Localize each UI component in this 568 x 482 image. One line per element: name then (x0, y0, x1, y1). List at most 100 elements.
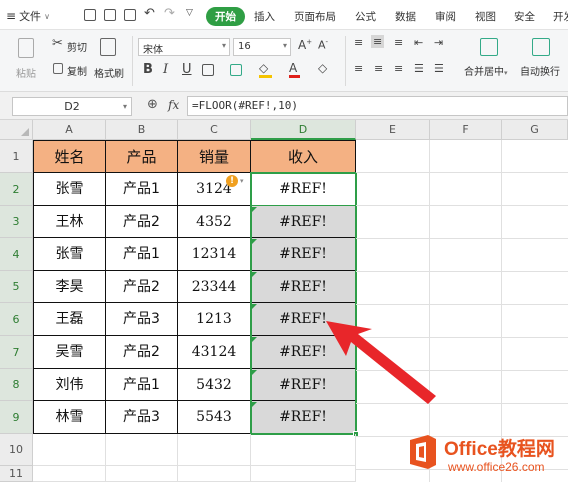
wrap-text-icon[interactable] (532, 38, 550, 56)
fx-icon[interactable]: fx (168, 98, 179, 112)
formula-input[interactable]: =FLOOR(#REF!,10) (187, 96, 568, 116)
underline-icon[interactable]: U (182, 62, 192, 77)
table-cell[interactable] (178, 434, 251, 466)
warning-icon[interactable]: ! (226, 175, 238, 187)
row-header[interactable]: 3 (0, 206, 33, 238)
table-cell[interactable]: 王磊 (33, 303, 106, 336)
column-header-d[interactable]: D (251, 120, 356, 140)
table-cell[interactable] (178, 466, 251, 482)
cut-label[interactable]: 剪切 (67, 39, 87, 54)
border-icon[interactable] (202, 64, 214, 76)
tab-review[interactable]: 审阅 (435, 9, 456, 24)
column-header-c[interactable]: C (178, 120, 251, 140)
font-color-icon[interactable]: A (289, 61, 300, 78)
table-cell[interactable]: 产品3 (106, 303, 178, 336)
table-cell[interactable]: #REF! (251, 401, 356, 434)
row-header[interactable]: 9 (0, 401, 33, 434)
table-cell[interactable]: 产品3 (106, 401, 178, 434)
table-cell[interactable]: 产品1 (106, 369, 178, 401)
table-cell[interactable]: 王林 (33, 206, 106, 238)
cut-icon[interactable]: ✂ (52, 36, 63, 51)
tab-insert[interactable]: 插入 (254, 9, 275, 24)
column-header-e[interactable]: E (356, 120, 430, 140)
table-cell[interactable]: 张雪 (33, 238, 106, 271)
chevron-down-icon[interactable]: ▾ (240, 177, 244, 185)
row-header[interactable]: 4 (0, 238, 33, 271)
row-header[interactable]: 2 (0, 173, 33, 206)
copy-icon[interactable] (53, 63, 63, 74)
table-cell[interactable]: #REF! (251, 369, 356, 401)
bold-icon[interactable]: B (143, 62, 153, 77)
table-cell[interactable]: 张雪 (33, 173, 106, 206)
table-cell[interactable] (251, 434, 356, 466)
italic-icon[interactable]: I (163, 62, 168, 77)
format-painter-label[interactable]: 格式刷 (94, 65, 124, 80)
table-cell[interactable] (106, 434, 178, 466)
merge-center-icon[interactable] (480, 38, 498, 56)
table-cell[interactable]: #REF! (251, 271, 356, 303)
table-cell[interactable]: #REF! (251, 206, 356, 238)
row-header[interactable]: 8 (0, 369, 33, 401)
row-header[interactable]: 6 (0, 303, 33, 336)
row-header[interactable]: 5 (0, 271, 33, 303)
table-cell[interactable]: 12314 (178, 238, 251, 271)
tab-page-layout[interactable]: 页面布局 (294, 9, 336, 24)
redo-icon[interactable]: ↷ (164, 6, 175, 21)
save-icon[interactable] (84, 9, 96, 21)
table-cell[interactable]: 林雪 (33, 401, 106, 434)
quick-access-dropdown-icon[interactable]: ▽ (186, 8, 193, 18)
table-cell[interactable]: #REF! (251, 303, 356, 336)
table-cell[interactable]: 刘伟 (33, 369, 106, 401)
undo-icon[interactable]: ↶ (144, 6, 155, 21)
row-header[interactable]: 10 (0, 434, 33, 466)
table-cell[interactable]: 产品1 (106, 173, 178, 206)
table-cell[interactable] (33, 466, 106, 482)
table-cell[interactable]: 23344 (178, 271, 251, 303)
wrap-text-label[interactable]: 自动换行 (520, 63, 560, 78)
table-header-cell[interactable]: 姓名 (33, 140, 106, 173)
select-all-corner[interactable] (0, 120, 33, 140)
table-header-cell[interactable]: 收入 (251, 140, 356, 173)
name-box[interactable]: D2 ▾ (12, 97, 132, 116)
table-cell[interactable] (106, 466, 178, 482)
table-cell[interactable]: 产品2 (106, 206, 178, 238)
decrease-font-icon[interactable]: A- (318, 38, 328, 52)
align-bottom-icon[interactable]: ≡ (394, 36, 403, 49)
zoom-icon[interactable]: ⊕ (147, 97, 158, 112)
tab-formulas[interactable]: 公式 (355, 9, 376, 24)
clear-format-icon[interactable]: ◇ (318, 61, 327, 75)
paste-icon[interactable] (18, 38, 34, 58)
tab-view[interactable]: 视图 (475, 9, 496, 24)
print-icon[interactable] (104, 9, 116, 21)
table-cell[interactable]: 5432 (178, 369, 251, 401)
table-cell[interactable]: 吴雪 (33, 336, 106, 369)
distributed-icon[interactable]: ☰ (434, 62, 444, 75)
align-right-icon[interactable]: ≡ (394, 62, 403, 75)
font-name-select[interactable]: 宋体 ▾ (138, 38, 230, 56)
column-header-g[interactable]: G (502, 120, 568, 140)
fill-color-icon[interactable]: ◇ (259, 61, 272, 78)
tab-home[interactable]: 开始 (206, 7, 245, 26)
column-header-f[interactable]: F (430, 120, 502, 140)
table-cell[interactable]: 产品2 (106, 336, 178, 369)
copy-label[interactable]: 复制 (67, 63, 87, 78)
increase-font-icon[interactable]: A+ (298, 38, 312, 52)
print-preview-icon[interactable] (124, 9, 136, 21)
table-header-cell[interactable]: 产品 (106, 140, 178, 173)
row-header[interactable]: 7 (0, 336, 33, 369)
align-top-icon[interactable]: ≡ (354, 36, 363, 49)
row-header[interactable]: 1 (0, 140, 33, 173)
align-left-icon[interactable]: ≡ (354, 62, 363, 75)
table-cell[interactable]: 李昊 (33, 271, 106, 303)
row-header[interactable]: 11 (0, 466, 33, 482)
table-cell[interactable]: 产品1 (106, 238, 178, 271)
table-cell[interactable]: #REF! (251, 336, 356, 369)
tab-developer[interactable]: 开发 (553, 9, 568, 24)
table-cell[interactable] (251, 466, 356, 482)
font-size-select[interactable]: 16 ▾ (233, 38, 291, 56)
merge-center-label[interactable]: 合并居中▾ (464, 63, 508, 78)
column-header-a[interactable]: A (33, 120, 106, 140)
table-cell[interactable]: 43124 (178, 336, 251, 369)
align-center-icon[interactable]: ≡ (374, 62, 383, 75)
justify-icon[interactable]: ☰ (414, 62, 424, 75)
